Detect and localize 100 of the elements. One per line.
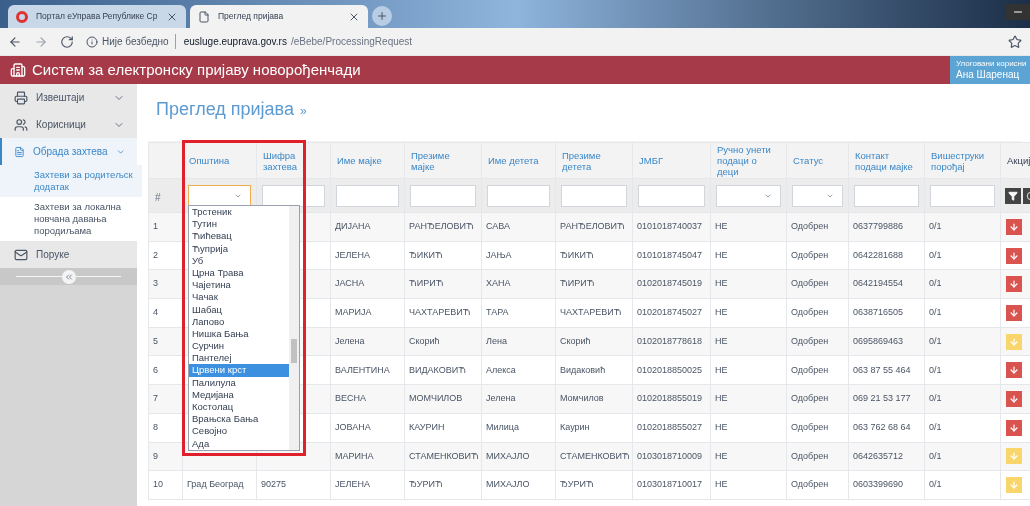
table-cell: МАРИНА	[335, 450, 374, 461]
table-cell: 1	[153, 221, 158, 232]
filter-field[interactable]	[262, 184, 325, 207]
table-cell: 0/1	[929, 479, 942, 490]
table-cell: КАУРИН	[409, 421, 445, 432]
sidebar-item[interactable]: Извештаји	[0, 84, 137, 111]
dropdown-option[interactable]: Ада	[189, 437, 289, 450]
column-header[interactable]: Општина	[182, 142, 257, 179]
dropdown-option[interactable]: Шабац	[189, 303, 289, 316]
dropdown-option[interactable]: Медијана	[189, 388, 289, 401]
table-cell: Јелена	[335, 335, 365, 346]
browser-tab[interactable]: Портал еУправа Републике Ср	[8, 5, 186, 28]
dropdown-option[interactable]: Ћуприја	[189, 242, 289, 255]
minimize-button[interactable]	[1006, 4, 1030, 20]
filter-field[interactable]	[638, 184, 705, 207]
dropdown-option[interactable]: Тутин	[189, 218, 289, 231]
table-cell: Одобрен	[791, 249, 829, 260]
table-cell: Одобрен	[791, 307, 829, 318]
dropdown-option[interactable]: Чајетина	[189, 279, 289, 292]
filter-select[interactable]	[792, 184, 843, 207]
reload-icon[interactable]	[60, 34, 74, 49]
dropdown-option[interactable]: Црна Трава	[189, 266, 289, 280]
table-cell: 0638716505	[853, 307, 904, 318]
column-header[interactable]: Презиме детета	[555, 142, 633, 179]
column-header[interactable]: Вишеструки порођај	[924, 142, 1001, 179]
table-cell: 0103018710017	[637, 479, 703, 490]
table-cell: ЂИКИЋ	[560, 249, 594, 260]
dropdown-option[interactable]: Костолац	[189, 401, 289, 414]
table-cell: 0/1	[929, 335, 942, 346]
dropdown-option[interactable]: Врањска Бања	[189, 413, 289, 426]
table-cell: НЕ	[715, 221, 728, 232]
submenu-item[interactable]: Захтеви за родитељск додатак	[0, 165, 142, 197]
table-cell: 0101018740037	[637, 221, 703, 232]
dropdown-option[interactable]: Ћићевац	[189, 230, 289, 243]
dropdown-option[interactable]: Чачак	[189, 291, 289, 304]
dropdown-option[interactable]: Нишка Бања	[189, 327, 289, 341]
filter-field[interactable]	[410, 184, 476, 207]
table-cell: 0/1	[929, 249, 942, 260]
bookmark-icon[interactable]	[1008, 34, 1022, 49]
submenu-item[interactable]: Захтеви за локална новчана давања породиљама	[0, 197, 137, 241]
download-button[interactable]	[1006, 390, 1022, 407]
table-cell: 7	[153, 393, 158, 404]
column-header[interactable]: Шифра захтева	[256, 142, 331, 179]
column-header[interactable]: Ручно унети подаци о деци	[710, 142, 787, 179]
dropdown-option[interactable]: Севојно	[189, 425, 289, 438]
table-cell: НЕ	[715, 307, 728, 318]
table-cell: 0101018745047	[637, 249, 703, 260]
dropdown-option[interactable]: Уб	[189, 254, 289, 267]
filter-select[interactable]	[716, 184, 781, 207]
table-cell: Одобрен	[791, 335, 829, 346]
arrow-down-icon	[1009, 451, 1019, 462]
filter-icon	[1008, 190, 1018, 201]
column-header[interactable]: Име мајке	[330, 142, 405, 179]
sidebar-item[interactable]: Обрада захтева	[0, 138, 137, 165]
column-header[interactable]: Контакт подаци мајке	[848, 142, 925, 179]
arrow-down-icon	[1009, 307, 1019, 318]
filter-select[interactable]	[188, 184, 251, 207]
filter-field[interactable]	[930, 184, 995, 207]
filter-field[interactable]	[854, 184, 919, 207]
dropdown-option[interactable]: Палилула	[189, 376, 289, 389]
table-cell: 0/1	[929, 307, 942, 318]
download-button[interactable]	[1006, 276, 1022, 293]
filter-field[interactable]	[561, 184, 627, 207]
table-cell: РАНЂЕЛОВИЋ	[409, 221, 474, 232]
download-button[interactable]	[1006, 247, 1022, 264]
table-cell: Одобрен	[791, 393, 829, 404]
download-button[interactable]	[1006, 362, 1022, 379]
forward-icon[interactable]	[34, 34, 48, 49]
info-icon	[86, 35, 98, 48]
column-header[interactable]: ЈМБГ	[632, 142, 711, 179]
submenu-label: Захтеви за родитељск додатак	[34, 169, 134, 193]
filter-field[interactable]	[336, 184, 399, 207]
back-icon[interactable]	[8, 34, 22, 49]
browser-tab[interactable]: Преглед пријава	[190, 5, 368, 28]
dropdown-option[interactable]: Трстеник	[189, 206, 289, 219]
scrollbar[interactable]	[289, 206, 299, 450]
download-button[interactable]	[1006, 419, 1022, 436]
collapse-sidebar-button[interactable]	[61, 269, 76, 284]
sidebar-label: Извештаји	[36, 91, 86, 105]
tab-title: Портал еУправа Републике Ср	[36, 10, 158, 23]
dropdown-option[interactable]: Пантелеј	[189, 352, 289, 365]
download-button[interactable]	[1006, 218, 1022, 235]
dropdown-option[interactable]: Сурчин	[189, 340, 289, 353]
filter-button[interactable]	[1005, 187, 1021, 204]
page-icon	[198, 10, 210, 23]
column-header[interactable]: Статус	[786, 142, 849, 179]
dropdown-option[interactable]: Лапово	[189, 315, 289, 328]
column-header[interactable]: Презиме мајке	[404, 142, 482, 179]
new-tab-button[interactable]	[372, 6, 392, 26]
column-header[interactable]: Име детета	[481, 142, 556, 179]
table-cell: РАНЂЕЛОВИЋ	[560, 221, 625, 232]
table-cell: НЕ	[715, 364, 728, 375]
column-header[interactable]: Акциј	[1000, 142, 1030, 179]
filter-field[interactable]	[487, 184, 550, 207]
url-host: eusluge.euprava.gov.rs	[183, 35, 287, 49]
table-cell: Каурин	[560, 421, 590, 432]
sidebar-item[interactable]: Корисници	[0, 111, 137, 138]
sidebar-item[interactable]: Поруке	[0, 241, 137, 268]
download-button[interactable]	[1006, 304, 1022, 321]
building-icon	[10, 62, 26, 78]
